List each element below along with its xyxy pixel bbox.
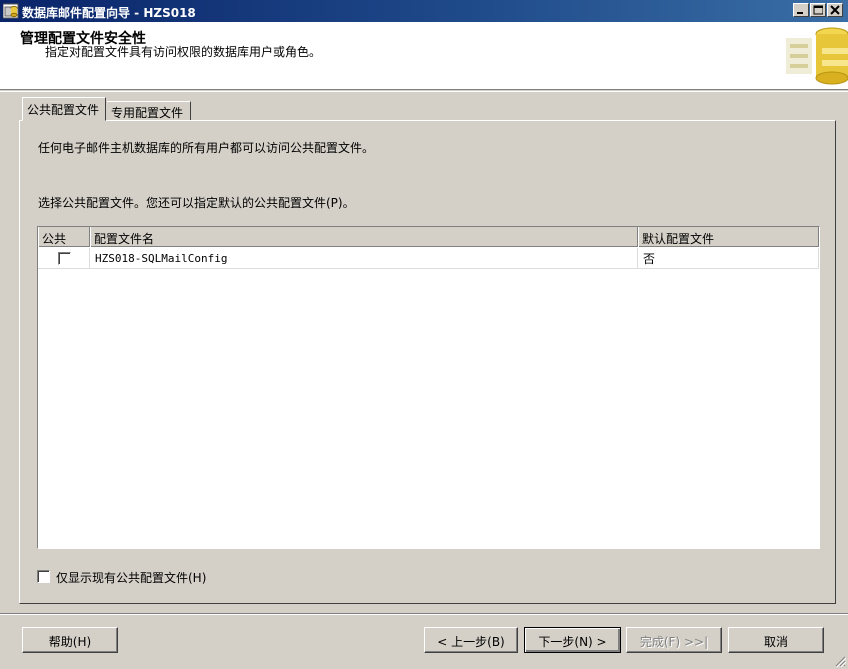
wizard-header: 管理配置文件安全性 指定对配置文件具有访问权限的数据库用户或角色。 [0,22,848,90]
tab-public-profiles[interactable]: 公共配置文件 [22,97,106,121]
footer-divider [0,613,848,615]
instruction-text: 选择公共配置文件。您还可以指定默认的公共配置文件(P)。 [38,196,355,210]
column-header-default-profile[interactable]: 默认配置文件 [638,227,819,247]
show-existing-only-label[interactable]: 仅显示现有公共配置文件(H) [56,569,206,586]
public-cell [38,248,90,269]
window-title: 数据库邮件配置向导 - HZS018 [22,6,196,20]
tab-panel: 任何电子邮件主机数据库的所有用户都可以访问公共配置文件。 选择公共配置文件。您还… [19,120,836,604]
info-text: 任何电子邮件主机数据库的所有用户都可以访问公共配置文件。 [38,141,375,155]
tab-private-profiles[interactable]: 专用配置文件 [107,101,191,121]
next-button[interactable]: 下一步(N) > [524,627,621,653]
column-header-profile-name[interactable]: 配置文件名 [90,227,638,247]
database-mail-banner-icon [786,27,848,85]
resize-grip-icon[interactable] [834,655,846,667]
minimize-icon [797,12,803,14]
close-icon [830,5,840,15]
public-checkbox[interactable] [58,252,71,265]
page-subtitle: 指定对配置文件具有访问权限的数据库用户或角色。 [45,45,322,59]
wizard-app-icon [3,3,19,19]
show-existing-only-checkbox[interactable] [37,570,50,583]
back-button[interactable]: < 上一步(B) [424,627,518,653]
finish-button: 完成(F) >>| [626,627,722,653]
default-profile-cell[interactable]: 否 [638,248,819,269]
maximize-icon [813,5,823,15]
cancel-button[interactable]: 取消 [728,627,824,653]
table-row[interactable]: HZS018-SQLMailConfig 否 [38,248,819,269]
column-header-public[interactable]: 公共 [38,227,90,247]
grid-header: 公共 配置文件名 默认配置文件 [38,227,819,247]
close-button[interactable] [827,3,843,17]
header-divider [0,91,848,92]
minimize-button[interactable] [793,3,809,17]
title-bar[interactable]: 数据库邮件配置向导 - HZS018 [0,0,848,22]
profile-name-cell: HZS018-SQLMailConfig [90,248,638,269]
maximize-button[interactable] [810,3,826,17]
profiles-grid[interactable]: 公共 配置文件名 默认配置文件 HZS018-SQLMailConfig 否 [37,226,820,549]
help-button[interactable]: 帮助(H) [22,627,118,653]
